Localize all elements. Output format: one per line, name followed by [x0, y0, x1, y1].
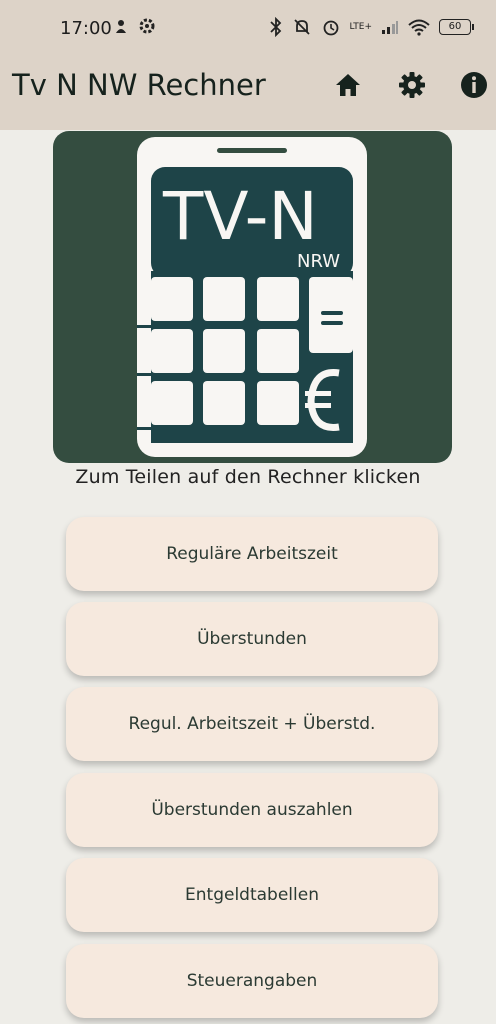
home-icon[interactable]	[333, 70, 363, 100]
network-label: LTE+	[349, 22, 373, 32]
logo-text-nrw: NRW	[297, 251, 340, 272]
mute-icon	[293, 19, 310, 35]
app-title: Tv N NW Rechner	[12, 68, 266, 102]
alarm-icon	[323, 20, 338, 36]
calculator-logo-graphic: TV-N NRW	[137, 137, 367, 457]
regular-plus-overtime-button[interactable]: Regul. Arbeitszeit + Überstd.	[66, 687, 438, 761]
share-hint: Zum Teilen auf den Rechner klicken	[75, 466, 421, 488]
notification-icon	[116, 20, 126, 33]
app-bar: 17:00 LTE+ 60 Tv N NW Rechner	[0, 0, 496, 130]
calculator-logo[interactable]: TV-N NRW	[53, 131, 452, 463]
battery-level: 60	[439, 19, 471, 35]
overtime-payout-button[interactable]: Überstunden auszahlen	[66, 773, 438, 847]
bluetooth-icon	[269, 17, 281, 37]
tax-info-button[interactable]: Steuerangaben	[66, 944, 438, 1018]
status-time: 17:00	[60, 18, 112, 39]
info-icon[interactable]	[459, 70, 489, 100]
pay-tables-button[interactable]: Entgeldtabellen	[66, 858, 438, 932]
overtime-button[interactable]: Überstunden	[66, 602, 438, 676]
logo-text-tvn: TV-N	[162, 178, 318, 255]
regular-worktime-button[interactable]: Reguläre Arbeitszeit	[66, 517, 438, 591]
gear-icon[interactable]	[397, 70, 427, 100]
status-left-icons	[112, 17, 156, 35]
settings-status-icon	[139, 18, 155, 34]
wifi-icon	[408, 19, 430, 36]
signal-icon	[382, 21, 398, 34]
battery-icon: 60	[439, 19, 474, 35]
status-right-icons: LTE+ 60	[269, 17, 474, 37]
